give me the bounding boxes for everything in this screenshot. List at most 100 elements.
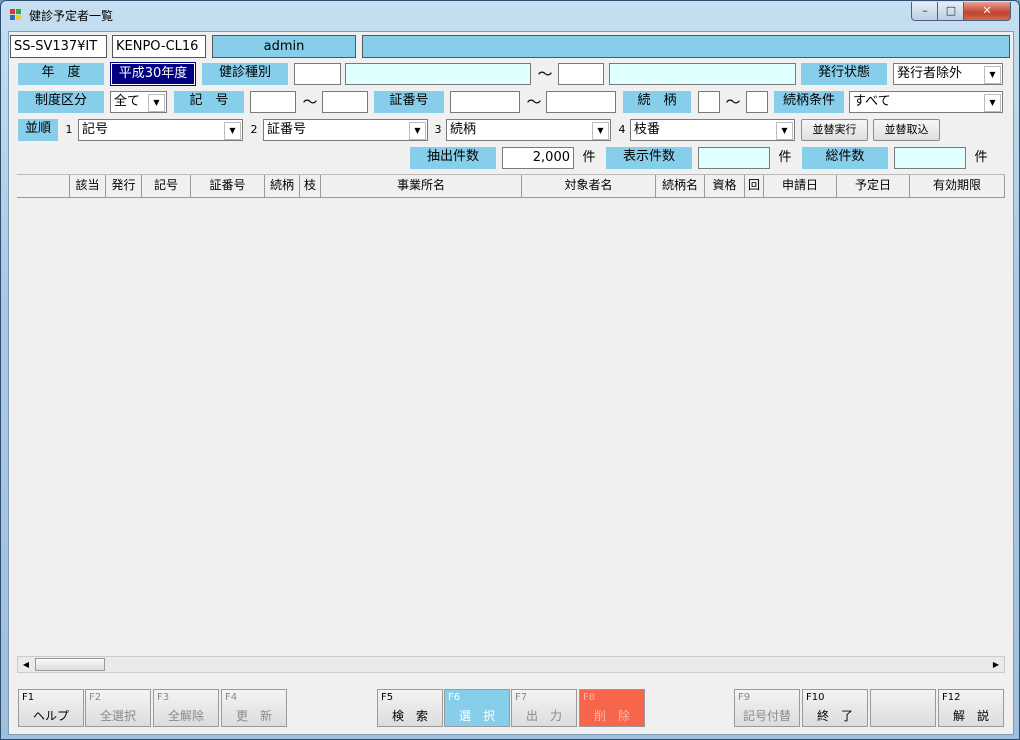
tilde-separator: ～ <box>537 65 553 83</box>
chevron-down-icon[interactable]: ▼ <box>409 122 426 140</box>
sort-select-2[interactable]: 証番号 ▼ <box>263 119 428 141</box>
type-name-from <box>345 63 531 85</box>
col-header-gaito[interactable]: 該当 <box>70 175 106 197</box>
extract-count-value: 2,000 <box>502 147 574 169</box>
issue-status-label: 発行状態 <box>801 63 887 85</box>
arrow-right-icon[interactable]: ▶ <box>989 658 1003 671</box>
scroll-thumb[interactable] <box>35 658 105 671</box>
f11-blank-button[interactable] <box>870 689 936 727</box>
col-header-shikaku[interactable]: 資格 <box>705 175 745 197</box>
kigo-label: 記 号 <box>174 91 244 113</box>
tilde-separator: ～ <box>302 93 318 111</box>
f8-delete-button[interactable]: F8 削 除 <box>579 689 645 727</box>
display-count-unit: 件 <box>778 150 792 165</box>
f6-select-button[interactable]: F6 選 択 <box>444 689 510 727</box>
f5-search-button[interactable]: F5 検 索 <box>377 689 443 727</box>
col-header-jigyosho[interactable]: 事業所名 <box>321 175 522 197</box>
client-name: KENPO-CL16 <box>112 35 206 58</box>
maximize-button[interactable]: □ <box>937 2 965 21</box>
col-header-kai[interactable]: 回 <box>745 175 764 197</box>
extract-count-label: 抽出件数 <box>410 147 496 169</box>
col-header-taishosha[interactable]: 対象者名 <box>522 175 656 197</box>
type-label: 健診種別 <box>202 63 288 85</box>
f1-help-button[interactable]: F1 ヘルプ <box>18 689 84 727</box>
close-button[interactable]: ✕ <box>963 2 1011 21</box>
sort-value-1: 記号 <box>82 122 109 137</box>
f4-update-button[interactable]: F4 更 新 <box>221 689 287 727</box>
client-area: SS-SV137¥IT KENPO-CL16 admin 年 度 平成30年度 … <box>8 31 1014 735</box>
zokugara-cond-value: すべて <box>853 94 891 109</box>
display-count-value <box>698 147 770 169</box>
extract-count-unit: 件 <box>582 150 596 165</box>
system-label: 制度区分 <box>18 91 104 113</box>
zokugara-to-input[interactable] <box>746 91 768 113</box>
sort-num-1: 1 <box>65 123 73 136</box>
f7-output-button[interactable]: F7 出 力 <box>511 689 577 727</box>
minimize-button[interactable]: – <box>911 2 939 21</box>
sort-num-4: 4 <box>618 123 626 136</box>
col-header-hakko[interactable]: 発行 <box>106 175 142 197</box>
shoban-to-input[interactable] <box>546 91 616 113</box>
issue-status-value: 発行者除外 <box>897 66 963 81</box>
zokugara-label: 続 柄 <box>623 91 691 113</box>
display-count-label: 表示件数 <box>606 147 692 169</box>
f3-deselect-all-button[interactable]: F3 全解除 <box>153 689 219 727</box>
sort-select-1[interactable]: 記号 ▼ <box>78 119 243 141</box>
tilde-separator: ～ <box>526 93 542 111</box>
type-code-to-input[interactable] <box>558 63 604 85</box>
chevron-down-icon[interactable]: ▼ <box>776 122 793 140</box>
sort-num-2: 2 <box>250 123 258 136</box>
col-header-zokugara-name[interactable]: 続柄名 <box>656 175 705 197</box>
results-grid[interactable]: 該当 発行 記号 証番号 続柄 枝 事業所名 対象者名 続柄名 資格 回 申請日… <box>17 174 1005 675</box>
horizontal-scrollbar[interactable]: ◀ ▶ <box>17 656 1005 673</box>
info-extra <box>362 35 1010 58</box>
chevron-down-icon[interactable]: ▼ <box>148 94 165 112</box>
sort-num-3: 3 <box>434 123 442 136</box>
system-value: 全て <box>114 94 141 109</box>
zokugara-from-input[interactable] <box>698 91 720 113</box>
chevron-down-icon[interactable]: ▼ <box>224 122 241 140</box>
system-select[interactable]: 全て ▼ <box>110 91 167 113</box>
col-header-yukokigen[interactable]: 有効期限 <box>910 175 1005 197</box>
f2-select-all-button[interactable]: F2 全選択 <box>85 689 151 727</box>
zokugara-cond-select[interactable]: すべて ▼ <box>849 91 1003 113</box>
total-count-label: 総件数 <box>802 147 888 169</box>
app-window: 健診予定者一覧 – □ ✕ SS-SV137¥IT KENPO-CL16 adm… <box>0 0 1020 740</box>
user-name: admin <box>212 35 356 58</box>
f9-reassign-kigo-button[interactable]: F9 記号付替 <box>734 689 800 727</box>
sort-select-3[interactable]: 続柄 ▼ <box>446 119 611 141</box>
col-header-shinseibi[interactable]: 申請日 <box>764 175 837 197</box>
col-header-yoteibi[interactable]: 予定日 <box>837 175 910 197</box>
chevron-down-icon[interactable]: ▼ <box>592 122 609 140</box>
sort-select-4[interactable]: 枝番 ▼ <box>630 119 795 141</box>
chevron-down-icon[interactable]: ▼ <box>984 94 1001 112</box>
col-header-shoban[interactable]: 証番号 <box>191 175 265 197</box>
app-window-icon <box>10 9 22 21</box>
chevron-down-icon[interactable]: ▼ <box>984 66 1001 84</box>
year-label: 年 度 <box>18 63 104 85</box>
issue-status-select[interactable]: 発行者除外 ▼ <box>893 63 1003 85</box>
sort-value-3: 続柄 <box>450 122 477 137</box>
sort-import-button[interactable]: 並替取込 <box>873 119 940 141</box>
sort-value-4: 枝番 <box>634 122 661 137</box>
sort-label: 並順 <box>18 119 58 141</box>
col-header-kigo[interactable]: 記号 <box>142 175 191 197</box>
total-count-value <box>894 147 966 169</box>
arrow-left-icon[interactable]: ◀ <box>19 658 33 671</box>
year-value[interactable]: 平成30年度 <box>110 62 196 86</box>
f12-manual-button[interactable]: F12 解 説 <box>938 689 1004 727</box>
col-header-zokugara[interactable]: 続柄 <box>265 175 300 197</box>
sort-exec-button[interactable]: 並替実行 <box>801 119 868 141</box>
kigo-from-input[interactable] <box>250 91 296 113</box>
col-header-eda[interactable]: 枝 <box>300 175 321 197</box>
sort-value-2: 証番号 <box>267 122 307 137</box>
title-bar[interactable]: 健診予定者一覧 – □ ✕ <box>1 1 1019 29</box>
window-title: 健診予定者一覧 <box>29 9 114 23</box>
kigo-to-input[interactable] <box>322 91 368 113</box>
shoban-from-input[interactable] <box>450 91 520 113</box>
f10-exit-button[interactable]: F10 終 了 <box>802 689 868 727</box>
col-header-rowselector[interactable] <box>17 175 70 197</box>
server-name: SS-SV137¥IT <box>10 35 107 58</box>
zokugara-cond-label: 続柄条件 <box>774 91 844 113</box>
type-code-from-input[interactable] <box>294 63 341 85</box>
